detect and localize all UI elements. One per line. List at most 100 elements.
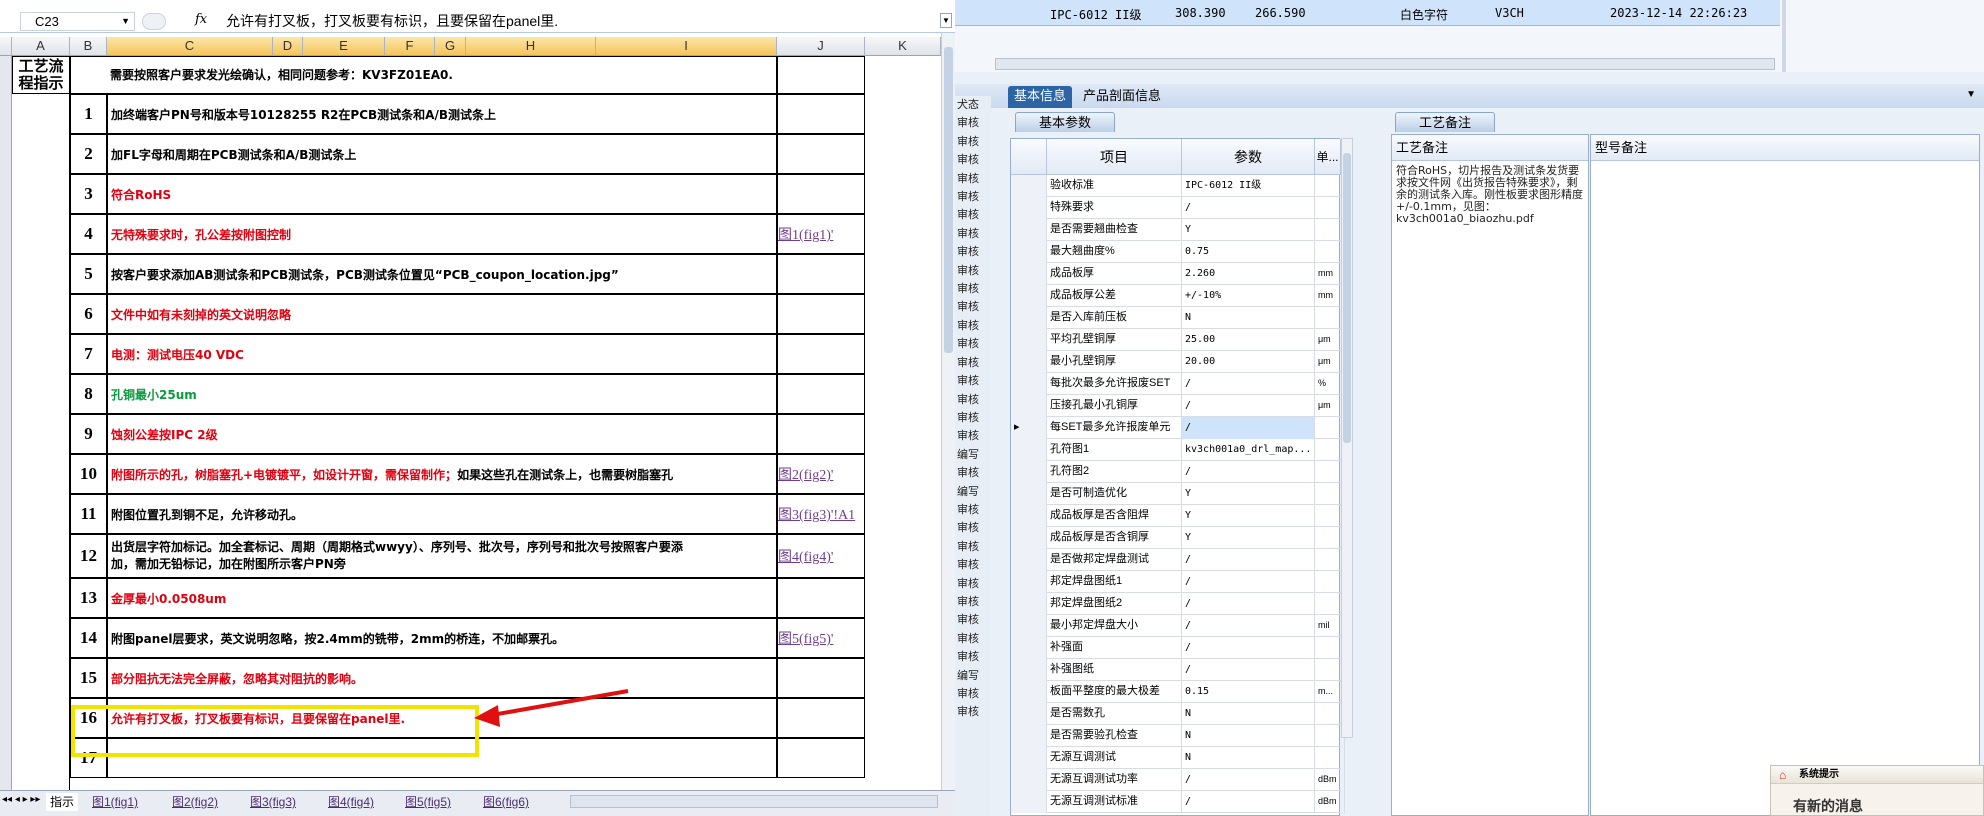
- param-value[interactable]: 20.00: [1182, 351, 1315, 373]
- param-row[interactable]: 成品板厚公差 +/-10% mm: [1011, 285, 1345, 307]
- param-row[interactable]: 板面平整度的最大极差 0.15 m...: [1011, 681, 1345, 703]
- intro-cell[interactable]: 需要按照客户要求发光绘确认，相同问题参考：KV3FZ01EA0.: [70, 56, 777, 94]
- instruction-cell[interactable]: 文件中如有未刻掉的英文说明忽略: [107, 294, 777, 334]
- col-header-i[interactable]: I: [596, 37, 777, 56]
- param-row[interactable]: 邦定焊盘图纸2/: [1011, 593, 1345, 615]
- param-value[interactable]: IPC-6012 II级: [1182, 175, 1315, 197]
- col-header-h[interactable]: H: [466, 37, 596, 56]
- horizontal-scrollbar[interactable]: [570, 795, 938, 808]
- cell-j[interactable]: [777, 414, 865, 454]
- param-row[interactable]: 成品板厚 2.260 mm: [1011, 263, 1345, 285]
- tab-basic-info[interactable]: 基本信息: [1008, 86, 1073, 108]
- col-header-g[interactable]: G: [435, 37, 466, 56]
- param-value[interactable]: /: [1182, 659, 1315, 681]
- param-value[interactable]: /: [1182, 615, 1315, 637]
- param-row[interactable]: 最小孔壁铜厚 20.00 μm: [1011, 351, 1345, 373]
- row-number-cell[interactable]: 8: [70, 374, 107, 414]
- formula-input[interactable]: 允许有打叉板，打叉板要有标识，且要保留在panel里.: [226, 12, 558, 31]
- col-header-b[interactable]: B: [70, 37, 107, 56]
- param-row[interactable]: 补强面 /: [1011, 637, 1345, 659]
- param-row[interactable]: 无源互调测试功率 / dBm: [1011, 769, 1345, 791]
- instruction-cell[interactable]: 无特殊要求时，孔公差按附图控制: [107, 214, 777, 254]
- scroll-thumb[interactable]: [944, 47, 953, 353]
- param-value[interactable]: /: [1182, 637, 1315, 659]
- param-value[interactable]: N: [1182, 307, 1315, 329]
- param-row[interactable]: 是否入库前压板 N: [1011, 307, 1345, 329]
- param-unit[interactable]: dBm: [1315, 791, 1345, 813]
- sheet-tab-fig5[interactable]: 图5(fig5): [405, 793, 451, 811]
- sheet-nav-icon[interactable]: ◂◂ ◂ ▸ ▸▸: [2, 794, 40, 805]
- param-row[interactable]: 是否可制造优化 Y: [1011, 483, 1345, 505]
- param-header-unit[interactable]: 单...: [1315, 139, 1341, 175]
- cell-j[interactable]: [777, 698, 865, 738]
- param-row[interactable]: 成品板厚是否含铜厚 Y: [1011, 527, 1345, 549]
- sheet-tab-fig2[interactable]: 图2(fig2): [172, 793, 218, 811]
- param-value[interactable]: /: [1182, 373, 1315, 395]
- param-row[interactable]: 邦定焊盘图纸1/: [1011, 571, 1345, 593]
- cell-j[interactable]: [777, 254, 865, 294]
- cell-j[interactable]: [777, 174, 865, 214]
- row-number-cell[interactable]: 7: [70, 334, 107, 374]
- param-value[interactable]: /: [1182, 197, 1315, 219]
- param-row[interactable]: 是否做邦定焊盘测试 /: [1011, 549, 1345, 571]
- param-row[interactable]: 最小邦定焊盘大小 / mil: [1011, 615, 1345, 637]
- subtab-process-notes[interactable]: 工艺备注: [1395, 112, 1495, 132]
- sheet-tab-fig6[interactable]: 图6(fig6): [483, 793, 529, 811]
- cell-j[interactable]: [777, 374, 865, 414]
- grid-hscroll[interactable]: [995, 58, 1775, 70]
- instruction-cell[interactable]: 附图panel层要求，英文说明忽略，按2.4mm的铣带，2mm的桥连，不加邮票孔…: [107, 618, 777, 658]
- instruction-cell[interactable]: 加终端客户PN号和版本号10128255 R2在PCB测试条和A/B测试条上: [107, 94, 777, 134]
- figure-link[interactable]: 图5(fig5)': [777, 618, 865, 658]
- instruction-cell[interactable]: 金厚最小0.0508um: [107, 578, 777, 618]
- instruction-cell[interactable]: 部分阻抗无法完全屏蔽，忽略其对阻抗的影响。: [107, 658, 777, 698]
- param-value[interactable]: Y: [1182, 219, 1315, 241]
- row-headers[interactable]: [0, 56, 12, 790]
- row-number-cell[interactable]: 15: [70, 658, 107, 698]
- cell-j[interactable]: [777, 94, 865, 134]
- sheet-tab-instructions[interactable]: 指示: [46, 793, 79, 811]
- param-value[interactable]: 0.15: [1182, 681, 1315, 703]
- param-row[interactable]: 每批次最多允许报废SET /%: [1011, 373, 1345, 395]
- param-value[interactable]: /: [1182, 769, 1315, 791]
- param-value[interactable]: Y: [1182, 505, 1315, 527]
- cell-j[interactable]: [777, 658, 865, 698]
- param-row[interactable]: 验收标准 IPC-6012 II级: [1011, 175, 1345, 197]
- row-number-cell[interactable]: 12: [70, 534, 107, 578]
- instruction-cell[interactable]: 电测：测试电压40 VDC: [107, 334, 777, 374]
- param-value[interactable]: /: [1182, 791, 1315, 813]
- param-value[interactable]: Y: [1182, 527, 1315, 549]
- param-row[interactable]: 无源互调测试标准 / dBm: [1011, 791, 1345, 813]
- instruction-cell[interactable]: 附图位置孔到铜不足，允许移动孔。: [107, 494, 777, 534]
- col-header-k[interactable]: K: [865, 37, 941, 56]
- row-number-cell[interactable]: 14: [70, 618, 107, 658]
- row-number-cell[interactable]: 1: [70, 94, 107, 134]
- fx-icon[interactable]: fx: [195, 12, 207, 27]
- param-row[interactable]: 孔符图1 kv3ch001a0_drl_map...: [1011, 439, 1345, 461]
- sheet-tab-fig1[interactable]: 图1(fig1): [92, 793, 138, 811]
- cell-j[interactable]: [777, 578, 865, 618]
- param-row[interactable]: 补强图纸 /: [1011, 659, 1345, 681]
- instruction-cell[interactable]: 加FL字母和周期在PCB测试条和A/B测试条上: [107, 134, 777, 174]
- col-header-c[interactable]: C: [107, 37, 273, 56]
- instruction-cell[interactable]: 附图所示的孔，树脂塞孔+电镀镀平，如设计开窗，需保留制作； 如果这些孔在测试条上，…: [107, 454, 777, 494]
- tab-profile-info[interactable]: 产品剖面信息: [1077, 86, 1167, 108]
- row-number-cell[interactable]: 3: [70, 174, 107, 214]
- system-notification[interactable]: 系统提示 ⌂ 有新的消息: [1770, 765, 1984, 816]
- cell-j-intro[interactable]: [777, 56, 865, 94]
- param-row[interactable]: 平均孔壁铜厚 25.00 μm: [1011, 329, 1345, 351]
- sheet-tab-fig4[interactable]: 图4(fig4): [328, 793, 374, 811]
- figure-link[interactable]: 图2(fig2)': [777, 454, 865, 494]
- param-value[interactable]: /: [1182, 395, 1315, 417]
- param-row[interactable]: 是否需要翘曲检查 Y: [1011, 219, 1345, 241]
- col-header-a[interactable]: A: [12, 37, 70, 56]
- param-unit[interactable]: [1315, 747, 1345, 769]
- vertical-scrollbar[interactable]: [941, 33, 955, 790]
- param-row[interactable]: ▸ 每SET最多允许报废单元 /: [1011, 417, 1345, 439]
- param-value[interactable]: /: [1182, 461, 1315, 483]
- cell-j[interactable]: [777, 294, 865, 334]
- cell-j[interactable]: [777, 134, 865, 174]
- row-number-cell[interactable]: 2: [70, 134, 107, 174]
- process-notes-text[interactable]: 符合RoHS，切片报告及测试条发货要求按文件网《出货报告特殊要求》，剩余的测试条…: [1396, 165, 1586, 225]
- param-value[interactable]: Y: [1182, 483, 1315, 505]
- param-row[interactable]: 成品板厚是否含阻焊 Y: [1011, 505, 1345, 527]
